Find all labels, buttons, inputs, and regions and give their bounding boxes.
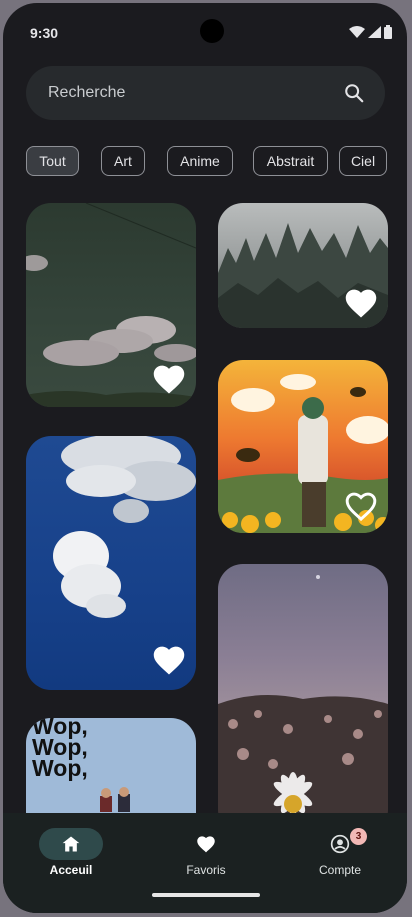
heart-icon[interactable]: [343, 287, 379, 319]
chip-label: Abstrait: [266, 153, 315, 169]
wallpaper-card[interactable]: [26, 436, 196, 690]
signal-icon: [368, 26, 381, 38]
front-camera: [200, 19, 224, 43]
poster-text: Wop, Wop, Wop,: [32, 718, 88, 781]
wifi-icon: [349, 26, 365, 38]
nav-label: Acceuil: [49, 863, 93, 877]
chip-abstrait[interactable]: Abstrait: [253, 146, 328, 176]
system-icons: [349, 25, 392, 39]
wallpaper-image: [218, 575, 388, 834]
nav-item-acceuil[interactable]: Acceuil: [11, 813, 131, 893]
nav-label: Compte: [318, 863, 362, 877]
chip-ciel[interactable]: Ciel: [339, 146, 387, 176]
wallpaper-card[interactable]: [26, 203, 196, 407]
account-icon: [330, 834, 350, 854]
wallpaper-card[interactable]: [218, 203, 388, 328]
chip-label: Anime: [180, 153, 220, 169]
heart-icon[interactable]: [151, 644, 187, 676]
chip-label: Ciel: [350, 153, 376, 169]
wallpaper-card[interactable]: [218, 360, 388, 533]
app-screen: 9:30 Recherche Tout Art Anime Abstrait C…: [3, 3, 407, 913]
nav-label: Favoris: [186, 863, 226, 877]
nav-item-compte[interactable]: 3 Compte: [280, 813, 400, 893]
chip-tout[interactable]: Tout: [26, 146, 79, 176]
notification-badge: 3: [350, 828, 367, 845]
status-bar: 9:30: [3, 3, 407, 59]
home-icon: [62, 836, 80, 852]
search-input[interactable]: Recherche: [48, 84, 125, 102]
search-icon[interactable]: [343, 82, 365, 104]
bottom-navigation: Acceuil Favoris 3 Compte: [3, 813, 407, 913]
nav-item-favoris[interactable]: Favoris: [146, 813, 266, 893]
chip-art[interactable]: Art: [101, 146, 145, 176]
status-time: 9:30: [30, 25, 59, 41]
search-bar[interactable]: Recherche: [26, 66, 385, 120]
battery-icon: [384, 25, 392, 39]
heart-outline-icon[interactable]: [343, 490, 379, 522]
chip-label: Art: [114, 153, 132, 169]
gesture-handle[interactable]: [152, 893, 260, 897]
chip-anime[interactable]: Anime: [167, 146, 233, 176]
heart-icon[interactable]: [151, 363, 187, 395]
heart-icon: [197, 836, 215, 853]
wallpaper-card[interactable]: [218, 564, 388, 834]
chip-label: Tout: [39, 153, 66, 169]
